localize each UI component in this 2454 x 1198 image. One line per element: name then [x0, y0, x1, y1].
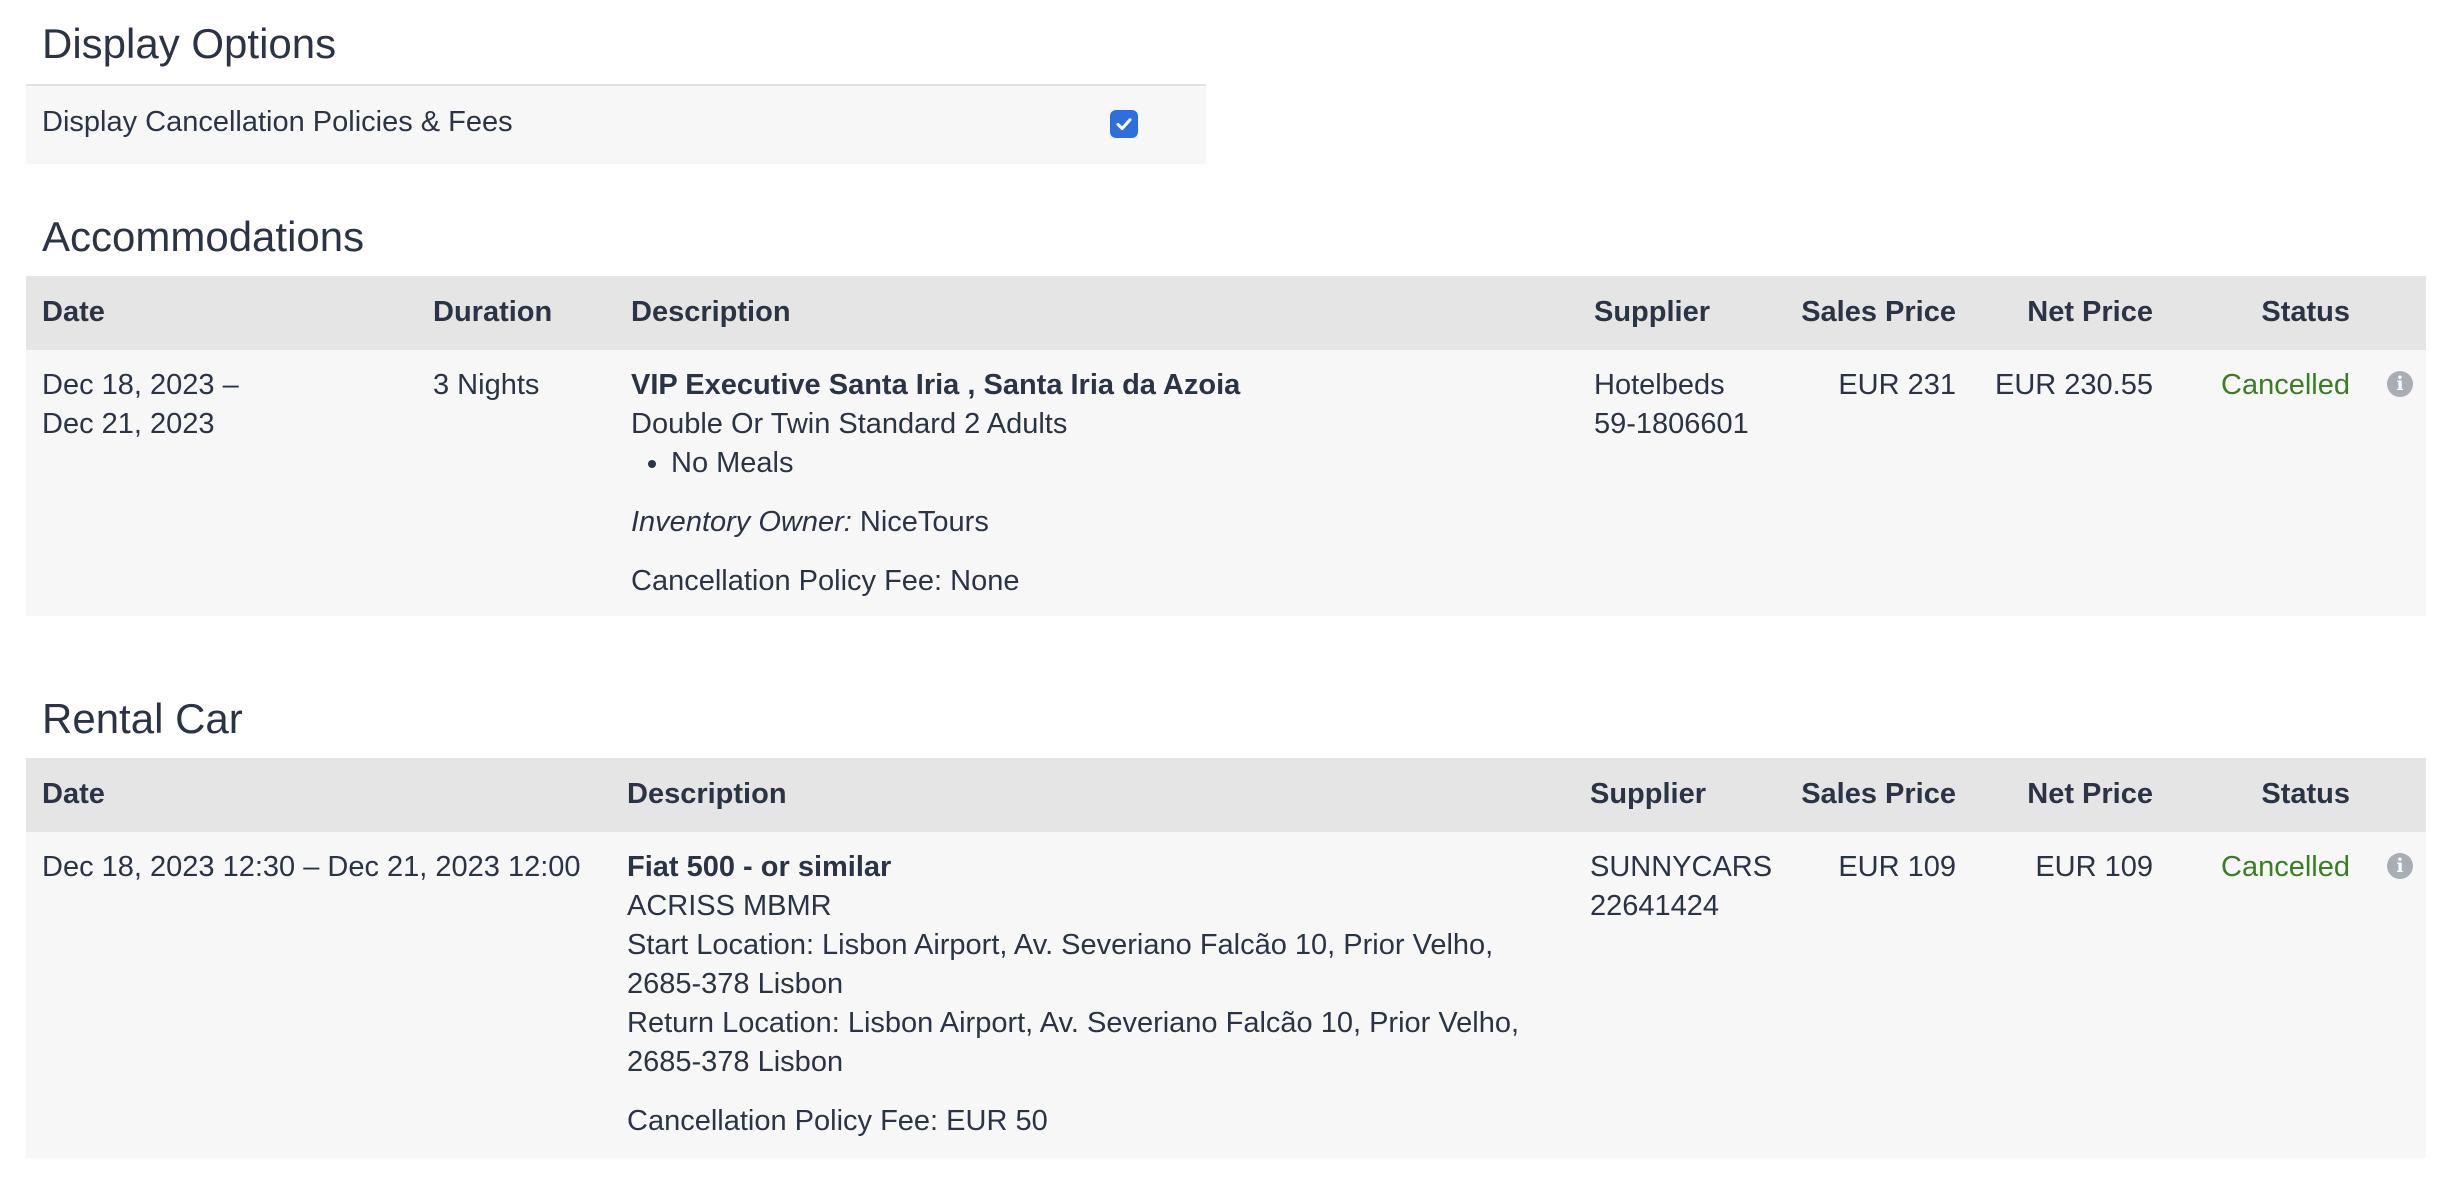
col-header-duration: Duration: [433, 296, 553, 328]
info-circle-icon[interactable]: i: [2387, 371, 2413, 397]
sales-price-cell: EUR 231: [1838, 369, 1956, 401]
col-header-description: Description: [631, 296, 791, 328]
meal-list: No Meals: [631, 444, 1571, 483]
date-cell: Dec 18, 2023 12:30 – Dec 21, 2023 12:00: [42, 851, 581, 883]
meal-item: No Meals: [671, 444, 1571, 483]
col-header-sales-price: Sales Price: [1801, 778, 1956, 810]
sales-price-cell: EUR 109: [1838, 851, 1956, 883]
col-header-description: Description: [627, 778, 787, 810]
col-header-net-price: Net Price: [2027, 296, 2153, 328]
description-cell: VIP Executive Santa Iria , Santa Iria da…: [631, 366, 1571, 601]
accommodations-title: Accommodations: [42, 213, 365, 260]
supplier-cell: Hotelbeds 59-1806601: [1594, 366, 1749, 444]
date-start: Dec 18, 2023 –: [42, 369, 239, 401]
supplier-ref: 59-1806601: [1594, 408, 1749, 440]
info-circle-icon[interactable]: i: [2387, 853, 2413, 879]
hotel-name: VIP Executive Santa Iria , Santa Iria da…: [631, 369, 1241, 401]
room-type: Double Or Twin Standard 2 Adults: [631, 408, 1068, 440]
col-header-supplier: Supplier: [1590, 778, 1707, 810]
cancellation-policies-label: Display Cancellation Policies & Fees: [42, 106, 513, 138]
cancellation-policies-checkbox[interactable]: [1110, 110, 1138, 138]
duration-cell: 3 Nights: [433, 369, 540, 401]
acriss-code: ACRISS MBMR: [627, 890, 832, 922]
inventory-owner-value: NiceTours: [859, 506, 989, 538]
return-location-line2: 2685-378 Lisbon: [627, 1046, 844, 1078]
description-cell: Fiat 500 - or similar ACRISS MBMR Start …: [627, 848, 1577, 1141]
cancellation-fee: Cancellation Policy Fee: None: [631, 565, 1020, 597]
accommodations-table-header: Date Duration Description Supplier Sales…: [26, 276, 2426, 350]
date-cell: Dec 18, 2023 – Dec 21, 2023: [42, 366, 239, 444]
start-location-line1: Start Location: Lisbon Airport, Av. Seve…: [627, 929, 1494, 961]
net-price-cell: EUR 230.55: [1995, 369, 2153, 401]
col-header-supplier: Supplier: [1594, 296, 1711, 328]
start-location: Start Location: Lisbon Airport, Av. Seve…: [627, 926, 1577, 1004]
table-row: Dec 18, 2023 12:30 – Dec 21, 2023 12:00 …: [26, 832, 2426, 1158]
start-location-line2: 2685-378 Lisbon: [627, 968, 844, 1000]
display-options-title: Display Options: [42, 20, 337, 67]
booking-details-page: Display Options Display Cancellation Pol…: [0, 0, 2454, 1198]
return-location-line1: Return Location: Lisbon Airport, Av. Sev…: [627, 1007, 1520, 1039]
table-row: Dec 18, 2023 – Dec 21, 2023 3 Nights VIP…: [26, 350, 2426, 616]
supplier-name: Hotelbeds: [1594, 369, 1725, 401]
col-header-status: Status: [2261, 296, 2350, 328]
display-options-panel: Display Cancellation Policies & Fees: [26, 84, 1206, 164]
return-location: Return Location: Lisbon Airport, Av. Sev…: [627, 1004, 1577, 1082]
status-badge: Cancelled: [2221, 851, 2350, 883]
car-name: Fiat 500 - or similar: [627, 851, 892, 883]
rental-car-table-header: Date Description Supplier Sales Price Ne…: [26, 758, 2426, 832]
col-header-sales-price: Sales Price: [1801, 296, 1956, 328]
col-header-date: Date: [42, 296, 105, 328]
date-end: Dec 21, 2023: [42, 408, 215, 440]
cancellation-fee: Cancellation Policy Fee: EUR 50: [627, 1105, 1048, 1137]
col-header-net-price: Net Price: [2027, 778, 2153, 810]
supplier-cell: SUNNYCARS 22641424: [1590, 848, 1772, 926]
supplier-name: SUNNYCARS: [1590, 851, 1773, 883]
inventory-owner-label: Inventory Owner:: [631, 506, 852, 538]
checkmark-icon: [1116, 118, 1132, 130]
rental-car-title: Rental Car: [42, 695, 243, 742]
col-header-status: Status: [2261, 778, 2350, 810]
inventory-owner: Inventory Owner: NiceTours: [631, 503, 1571, 542]
status-badge: Cancelled: [2221, 369, 2350, 401]
supplier-ref: 22641424: [1590, 890, 1720, 922]
col-header-date: Date: [42, 778, 105, 810]
net-price-cell: EUR 109: [2035, 851, 2153, 883]
